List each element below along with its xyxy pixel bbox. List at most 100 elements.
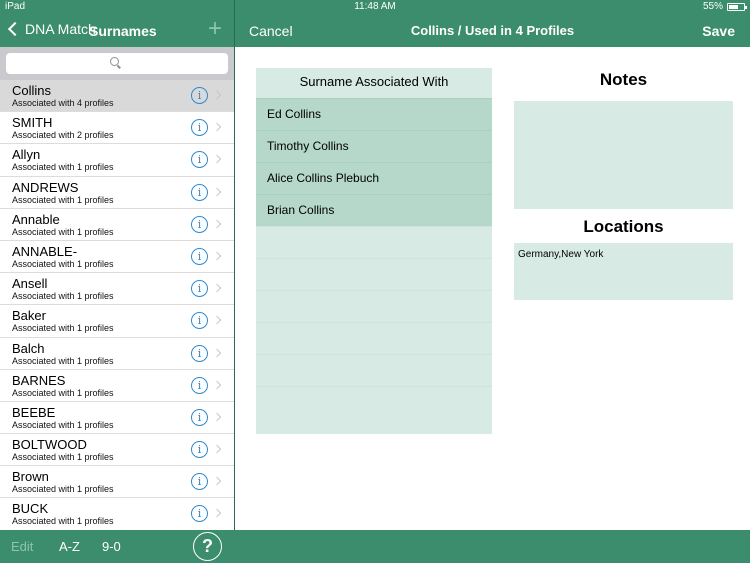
info-icon[interactable]: i [191,441,208,459]
bottom-toolbar: Edit A-Z 9-0 ? [0,530,750,563]
info-icon[interactable]: i [191,376,208,394]
search-input[interactable] [6,53,228,74]
surname-count: Associated with 1 profiles [12,226,114,237]
info-icon[interactable]: i [191,473,208,491]
surname-name: BARNES [12,372,66,388]
surname-name: Annable [12,211,60,227]
surname-count: Associated with 1 profiles [12,387,114,398]
notes-title: Notes [599,70,648,89]
back-button[interactable]: DNA Match [6,21,96,37]
search-bar [0,47,234,80]
info-icon[interactable]: i [191,151,208,169]
associated-header: Surname Associated With [299,74,449,89]
surname-name: ANNABLE- [12,243,78,259]
chevron-right-icon [212,219,222,228]
surname-count: Associated with 1 profiles [12,452,114,463]
info-icon[interactable]: i [191,87,208,104]
surname-name: Baker [12,308,46,324]
chevron-right-icon [212,90,222,100]
associated-profile-row[interactable]: Alice Collins Plebuch [256,162,492,194]
chevron-right-icon [212,155,222,164]
battery-percent: 55% [702,1,723,12]
surname-name: ANDREWS [12,179,79,195]
associated-profile-row[interactable]: Brian Collins [256,194,492,226]
chevron-right-icon [212,283,222,293]
associated-profile-row [256,290,492,322]
info-icon[interactable]: i [191,408,208,426]
sort-az-button[interactable]: A-Z [59,539,80,554]
info-icon[interactable]: i [191,344,208,362]
associated-profile-row [256,226,492,258]
save-button[interactable]: Save [702,23,735,39]
info-icon[interactable]: i [191,119,208,137]
surname-count: Associated with 1 profiles [12,484,114,495]
info-icon[interactable]: i [191,312,208,330]
surname-count: Associated with 1 profiles [12,355,114,366]
surname-count: Associated with 1 profiles [12,291,114,302]
surname-count: Associated with 1 profiles [12,194,114,205]
surname-row[interactable]: Ansell Associated with 1 profiles i [0,273,234,306]
surname-name: BOLTWOOD [12,437,87,453]
surname-row[interactable]: BARNES Associated with 1 profiles i [0,370,234,402]
sort-90-button[interactable]: 9-0 [102,539,121,554]
surname-row[interactable]: Baker Associated with 1 profiles i [0,305,234,338]
surname-row[interactable]: Balch Associated with 1 profiles i [0,338,234,370]
chevron-right-icon [212,444,222,454]
associated-rows: Ed Collins Timothy Collins Alice Collins P… [256,98,492,418]
surname-count: Associated with 1 profiles [12,258,114,269]
surname-name: Balch [12,340,45,356]
associated-profile-row [256,354,492,386]
surname-name: Ansell [12,276,48,292]
surname-name: BEEBE [12,404,56,420]
associated-profile-row[interactable]: Ed Collins [256,98,492,130]
surname-name: Brown [12,469,49,485]
info-icon[interactable]: i [191,215,208,233]
edit-button[interactable]: Edit [11,539,33,554]
surname-name: SMITH [12,115,53,131]
surname-row[interactable]: Allyn Associated with 1 profiles i [0,144,234,177]
chevron-right-icon [212,509,222,518]
chevron-right-icon [212,380,222,389]
surname-row[interactable]: BEEBE Associated with 1 profiles i [0,402,234,435]
surname-count: Associated with 4 profiles [12,98,114,108]
battery-fill [729,4,738,9]
info-icon[interactable]: i [191,505,208,523]
locations-field[interactable]: Germany,New York [514,243,733,300]
chevron-left-icon [7,21,23,37]
surname-row[interactable]: SMITH Associated with 2 profiles i [0,112,234,145]
chevron-right-icon [212,187,222,196]
surname-row[interactable]: BUCK Associated with 1 profiles i [0,498,234,530]
help-button[interactable]: ? [193,532,222,561]
surname-list[interactable]: Collins Associated with 4 profiles i SMITH A… [0,80,234,530]
detail-title: Collins / Used in 4 Profiles [410,23,575,38]
surname-count: Associated with 1 profiles [12,419,114,430]
clock: 11:48 AM [354,1,396,12]
associated-profile-row[interactable]: Timothy Collins [256,130,492,162]
chevron-right-icon [212,251,222,261]
status-bar: iPad 11:48 AM 55% [0,0,750,14]
surname-count: Associated with 1 profiles [12,323,114,334]
notes-field[interactable] [514,101,733,209]
info-icon[interactable]: i [191,183,208,201]
surname-row[interactable]: Collins Associated with 4 profiles i [0,80,234,113]
info-icon[interactable]: i [191,280,208,298]
surname-row[interactable]: ANDREWS Associated with 1 profiles i [0,177,234,209]
surname-row[interactable]: Annable Associated with 1 profiles i [0,209,234,241]
info-icon[interactable]: i [191,247,208,265]
surname-name: BUCK [12,501,49,517]
chevron-right-icon [212,316,222,325]
surname-row[interactable]: BOLTWOOD Associated with 1 profiles i [0,434,234,467]
surname-row[interactable]: Brown Associated with 1 profiles i [0,466,234,499]
surname-name: Collins [12,83,52,98]
detail-nav-bar: Cancel Collins / Used in 4 Profiles Save [235,14,750,47]
chevron-right-icon [212,412,222,422]
chevron-right-icon [212,477,222,486]
surname-name: Allyn [12,147,41,163]
battery-status: 55% [702,1,747,12]
surname-count: Associated with 2 profiles [12,130,114,141]
surname-row[interactable]: ANNABLE- Associated with 1 profiles i [0,241,234,274]
associated-profile-row [256,322,492,354]
battery-icon [727,2,747,11]
surname-count: Associated with 1 profiles [12,162,114,173]
add-surname-button[interactable]: + [208,17,222,41]
